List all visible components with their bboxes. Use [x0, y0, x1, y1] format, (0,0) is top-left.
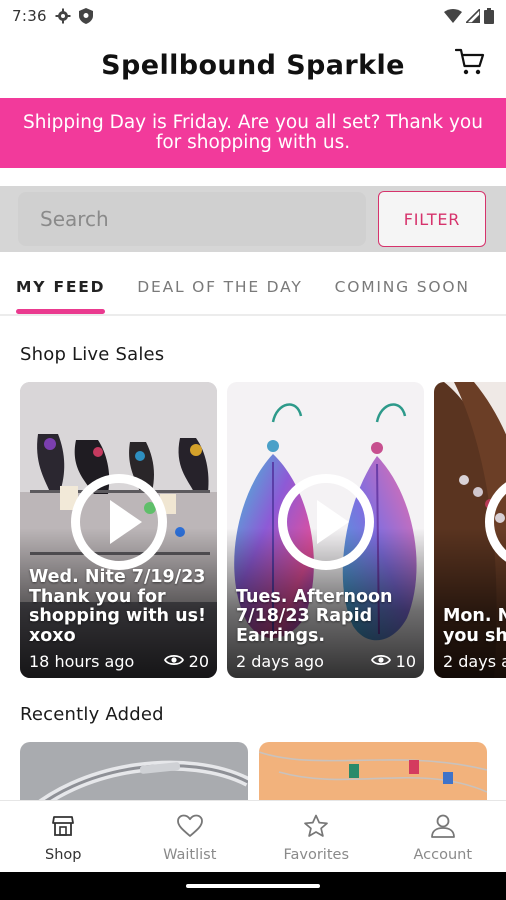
sale-time-ago: 2 days a	[443, 652, 506, 671]
status-time: 7:36	[12, 7, 47, 25]
nav-favorites[interactable]: Favorites	[253, 801, 380, 872]
status-left: 7:36	[12, 7, 93, 25]
play-icon[interactable]	[277, 474, 374, 570]
live-sales-carousel[interactable]: Wed. Nite 7/19/23 Thank you for shopping…	[0, 382, 506, 678]
heart-icon	[176, 813, 203, 839]
eye-icon	[163, 652, 184, 671]
sale-views: 10	[370, 652, 416, 671]
shield-icon	[78, 8, 93, 24]
view-count: 20	[188, 652, 209, 671]
settings-gear-icon	[55, 8, 71, 24]
sale-meta: 2 days ago 10	[236, 652, 416, 671]
recent-item-card[interactable]	[259, 742, 487, 806]
nav-label: Waitlist	[163, 847, 217, 863]
nav-label: Shop	[45, 847, 82, 863]
nav-account[interactable]: Account	[380, 801, 506, 872]
play-icon[interactable]	[70, 474, 167, 570]
live-sales-heading: Shop Live Sales	[20, 344, 165, 365]
app-header: Spellbound Sparkle	[0, 32, 506, 98]
store-title: Spellbound Sparkle	[101, 49, 405, 81]
recently-added-heading: Recently Added	[20, 704, 164, 725]
eye-icon	[370, 652, 391, 671]
view-count: 10	[395, 652, 416, 671]
status-bar: 7:36	[0, 0, 506, 32]
recent-item-thumbnail	[20, 742, 248, 806]
gesture-bar	[0, 872, 506, 900]
search-bar: FILTER	[0, 186, 506, 252]
status-right	[444, 8, 494, 24]
home-gesture-handle[interactable]	[186, 884, 320, 888]
sale-time-ago: 2 days ago	[236, 652, 324, 671]
search-input[interactable]	[18, 192, 366, 246]
cart-button[interactable]	[454, 48, 486, 80]
recent-item-thumbnail	[259, 742, 487, 806]
feed-tabs: MY FEED DEAL OF THE DAY COMING SOON	[0, 260, 506, 316]
tab-deal-of-the-day[interactable]: DEAL OF THE DAY	[121, 260, 318, 314]
person-icon	[430, 813, 456, 839]
wifi-icon	[444, 9, 462, 23]
filter-button[interactable]: FILTER	[378, 191, 486, 247]
sale-caption: Mon. Nite Thank you shoppin	[443, 606, 506, 646]
announcement-banner: Shipping Day is Friday. Are you all set?…	[0, 98, 506, 168]
nav-label: Favorites	[283, 847, 350, 863]
cart-icon	[454, 48, 485, 80]
live-sale-card[interactable]: Tues. Afternoon 7/18/23 Rapid Earrings. …	[227, 382, 424, 678]
recent-item-card[interactable]	[20, 742, 248, 806]
nav-shop[interactable]: Shop	[0, 801, 127, 872]
battery-icon	[484, 8, 494, 24]
sale-caption: Wed. Nite 7/19/23 Thank you for shopping…	[29, 567, 206, 646]
nav-waitlist[interactable]: Waitlist	[127, 801, 254, 872]
star-icon	[303, 813, 329, 839]
sale-caption: Tues. Afternoon 7/18/23 Rapid Earrings.	[236, 586, 393, 646]
bottom-navigation: Shop Waitlist Favorites Account	[0, 800, 506, 872]
live-sale-card[interactable]: Wed. Nite 7/19/23 Thank you for shopping…	[20, 382, 217, 678]
nav-label: Account	[413, 847, 473, 863]
shop-icon	[50, 813, 76, 839]
sale-meta: 2 days a	[443, 652, 506, 671]
banner-text: Shipping Day is Friday. Are you all set?…	[23, 112, 483, 153]
tab-my-feed[interactable]: MY FEED	[0, 260, 121, 314]
signal-icon	[466, 9, 480, 23]
sale-views: 20	[163, 652, 209, 671]
tab-coming-soon[interactable]: COMING SOON	[319, 260, 486, 314]
live-sale-card[interactable]: Mon. Nite Thank you shoppin 2 days a	[434, 382, 506, 678]
sale-time-ago: 18 hours ago	[29, 652, 135, 671]
sale-meta: 18 hours ago 20	[29, 652, 209, 671]
